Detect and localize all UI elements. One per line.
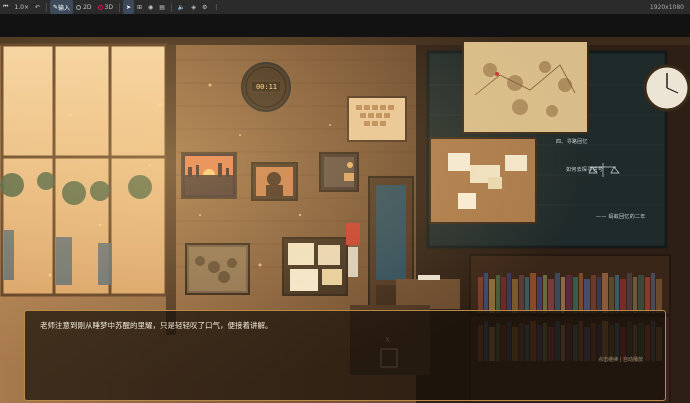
toolbar-divider <box>46 2 48 12</box>
wall-clock-display: 00:11 <box>255 83 278 91</box>
dialogue-box[interactable]: 老师注意到刚从睡梦中苏醒的里耀，只是轻轻叹了口气，便接着讲解。 点击继续 | 自… <box>24 310 666 401</box>
resolution-readout: 1920x1080 <box>649 3 684 11</box>
mode-2d-button[interactable]: 2D <box>73 0 94 14</box>
speed-control[interactable]: 1.0× <box>11 0 32 14</box>
toolbar-divider <box>118 2 120 12</box>
more-icon[interactable]: ⋮ <box>210 0 222 14</box>
settings-icon[interactable]: ⚙ <box>199 0 210 14</box>
chalkboard-footer: —— 蚂蚁回忆的二年 <box>596 214 646 220</box>
inspect-tool-icon[interactable]: ⊞ <box>134 0 145 14</box>
game-viewport[interactable]: 00:11 四、寻路回忆 如何去探寻信号 —— 蚂蚁回忆的二年 X 老师注意到刚… <box>0 15 690 403</box>
chalkboard-heading: 四、寻路回忆 <box>556 139 588 145</box>
mode-3d-label: 3D <box>104 3 113 11</box>
mode-2d-icon <box>76 4 82 10</box>
view-tool-icon[interactable]: ◉ <box>145 0 156 14</box>
camera-icon[interactable]: ◈ <box>188 0 199 14</box>
undo-icon[interactable]: ↶ <box>32 0 43 14</box>
toolbar-divider <box>170 2 172 12</box>
input-toggle[interactable]: ✎ 输入 <box>50 0 74 14</box>
cursor-tool-icon[interactable]: ➤ <box>122 0 134 14</box>
layers-tool-icon[interactable]: ▤ <box>156 0 168 14</box>
dialogue-hint[interactable]: 点击继续 | 自动播放 <box>598 356 643 363</box>
step-back-icon[interactable]: ⏮ <box>0 0 11 14</box>
mode-3d-icon <box>97 4 103 10</box>
mode-2d-label: 2D <box>83 3 92 11</box>
input-label: 输入 <box>58 4 71 12</box>
editor-toolbar: ⏮ 1.0× ↶ ✎ 输入 2D 3D ➤ ⊞ ◉ ▤ 🔈 ◈ ⚙ ⋮ 1920… <box>0 0 690 15</box>
mode-3d-button[interactable]: 3D <box>95 0 116 14</box>
audio-icon[interactable]: 🔈 <box>175 0 188 14</box>
chalkboard-subtext: 如何去探寻信号 <box>566 167 604 173</box>
dialogue-text: 老师注意到刚从睡梦中苏醒的里耀，只是轻轻叹了口气，便接着讲解。 <box>40 321 273 330</box>
